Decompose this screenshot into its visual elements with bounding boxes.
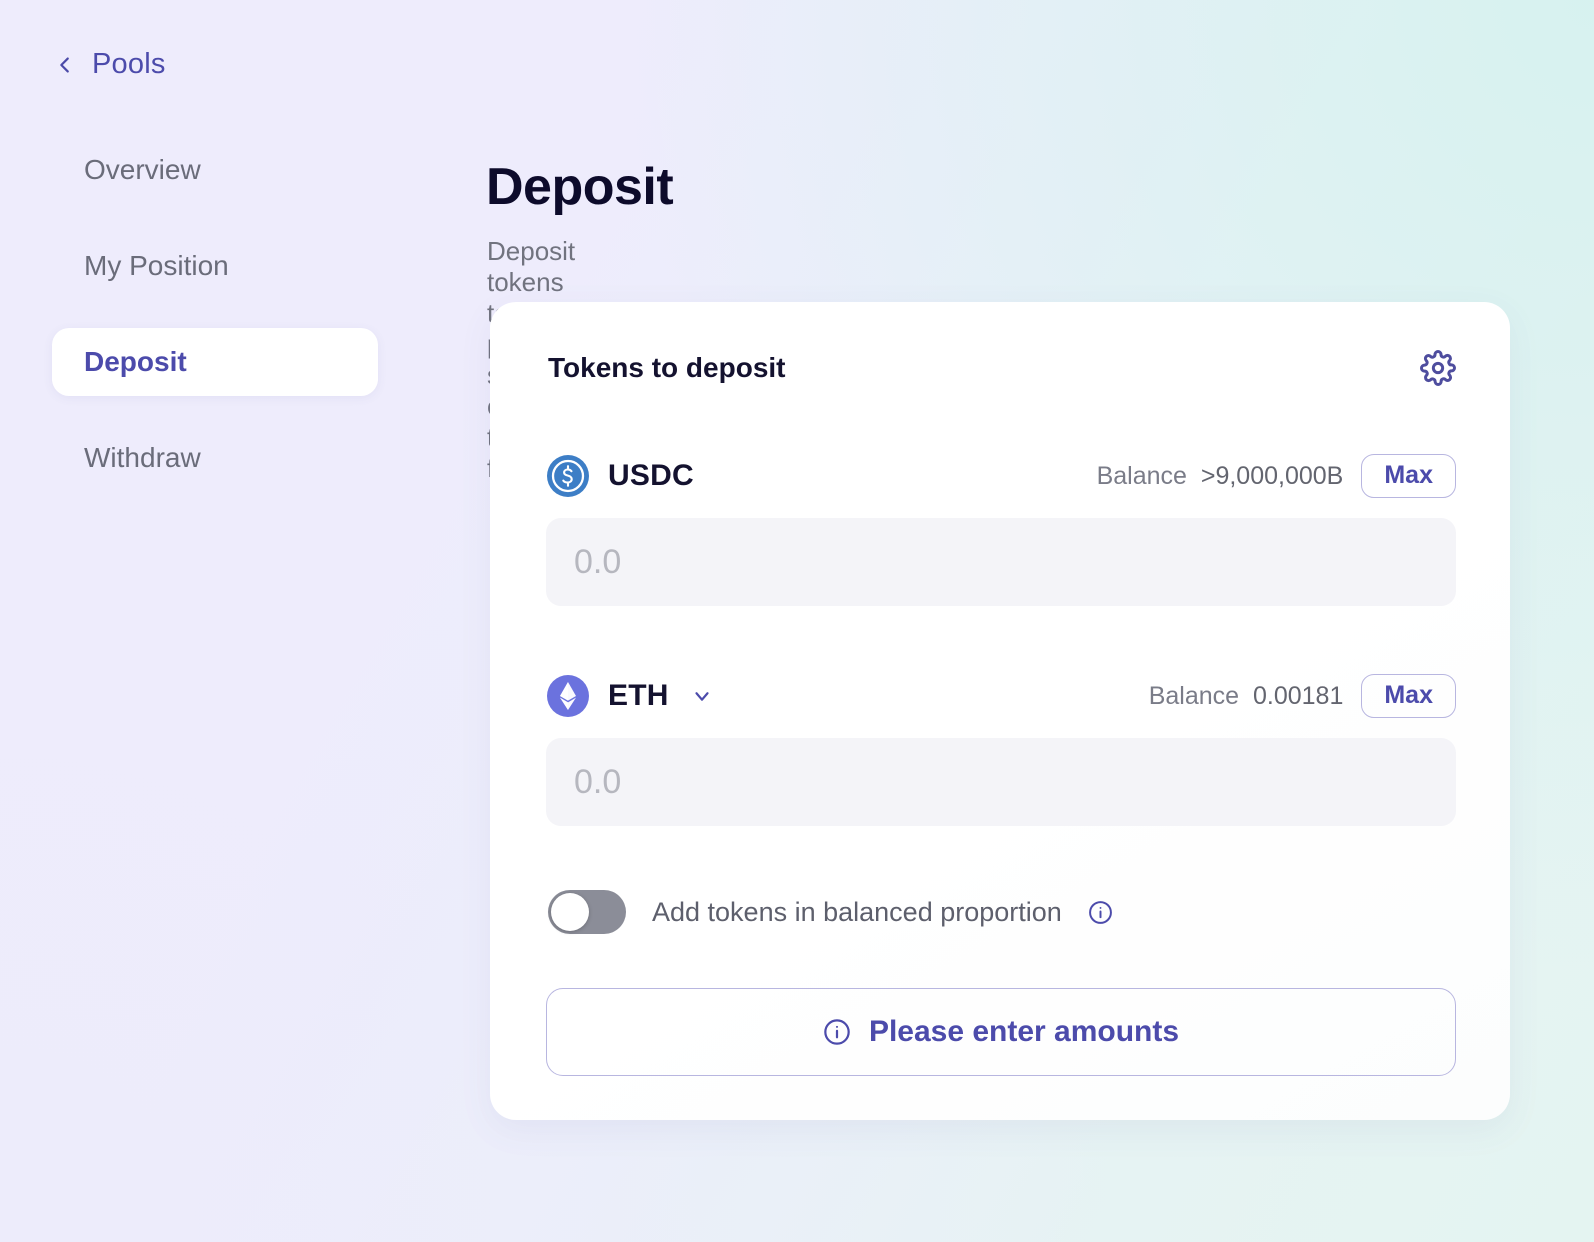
balanced-proportion-label: Add tokens in balanced proportion bbox=[652, 896, 1062, 927]
token-balance-eth: Balance 0.00181 Max bbox=[1149, 674, 1456, 718]
sidebar-item-my-position[interactable]: My Position bbox=[52, 232, 378, 300]
token-symbol-eth: ETH bbox=[608, 679, 669, 712]
balance-text-usdc: Balance >9,000,000B bbox=[1097, 462, 1344, 491]
sidebar-item-label: Withdraw bbox=[84, 442, 201, 473]
sidebar-item-overview[interactable]: Overview bbox=[52, 136, 378, 204]
token-block-usdc: USDC Balance >9,000,000B Max bbox=[546, 450, 1456, 606]
token-block-eth: ETH Balance 0.00181 Max bbox=[546, 670, 1456, 826]
balanced-proportion-toggle[interactable] bbox=[548, 890, 626, 934]
toggle-knob bbox=[551, 893, 589, 931]
gear-icon[interactable] bbox=[1420, 350, 1456, 386]
token-identity-usdc: USDC bbox=[546, 454, 694, 498]
sidebar-item-withdraw[interactable]: Withdraw bbox=[52, 424, 378, 492]
sidebar-item-label: Overview bbox=[84, 154, 201, 185]
sidebar-item-label: Deposit bbox=[84, 346, 187, 377]
balanced-proportion-row: Add tokens in balanced proportion bbox=[548, 890, 1113, 934]
deposit-card: Tokens to deposit USDC Balance >9,000,00… bbox=[490, 302, 1510, 1120]
token-row-usdc: USDC Balance >9,000,000B Max bbox=[546, 450, 1456, 502]
submit-deposit-button[interactable]: Please enter amounts bbox=[546, 988, 1456, 1076]
chevron-left-icon bbox=[60, 56, 69, 73]
token-symbol-usdc: USDC bbox=[608, 459, 694, 492]
amount-input-eth[interactable] bbox=[546, 738, 1456, 826]
sidebar-item-label: My Position bbox=[84, 250, 229, 281]
amount-input-usdc[interactable] bbox=[546, 518, 1456, 606]
eth-icon bbox=[547, 675, 589, 717]
card-header: Tokens to deposit bbox=[548, 350, 1456, 386]
submit-deposit-label: Please enter amounts bbox=[868, 1015, 1180, 1048]
token-balance-usdc: Balance >9,000,000B Max bbox=[1097, 454, 1456, 498]
back-link-label: Pools bbox=[92, 48, 166, 80]
token-row-eth: ETH Balance 0.00181 Max bbox=[546, 670, 1456, 722]
token-identity-eth[interactable]: ETH bbox=[546, 674, 713, 718]
sidebar: Pools Overview My Position Deposit Withd… bbox=[0, 0, 420, 1242]
balance-label: Balance bbox=[1148, 681, 1240, 710]
sidebar-item-deposit[interactable]: Deposit bbox=[52, 328, 378, 396]
back-to-pools-link[interactable]: Pools bbox=[54, 48, 166, 81]
balance-value: 0.00181 bbox=[1252, 681, 1344, 710]
balance-label: Balance bbox=[1096, 461, 1187, 490]
page-title: Deposit bbox=[486, 157, 674, 216]
usdc-icon bbox=[547, 455, 589, 497]
balance-value: >9,000,000B bbox=[1200, 461, 1344, 490]
info-icon bbox=[824, 1019, 850, 1045]
chevron-down-icon[interactable] bbox=[691, 685, 713, 707]
card-title: Tokens to deposit bbox=[548, 352, 786, 383]
max-button-eth[interactable]: Max bbox=[1361, 674, 1456, 718]
sidebar-nav: Overview My Position Deposit Withdraw bbox=[52, 136, 378, 520]
max-button-usdc[interactable]: Max bbox=[1361, 454, 1456, 498]
info-icon[interactable] bbox=[1088, 900, 1113, 925]
balance-text-eth: Balance 0.00181 bbox=[1149, 682, 1344, 711]
